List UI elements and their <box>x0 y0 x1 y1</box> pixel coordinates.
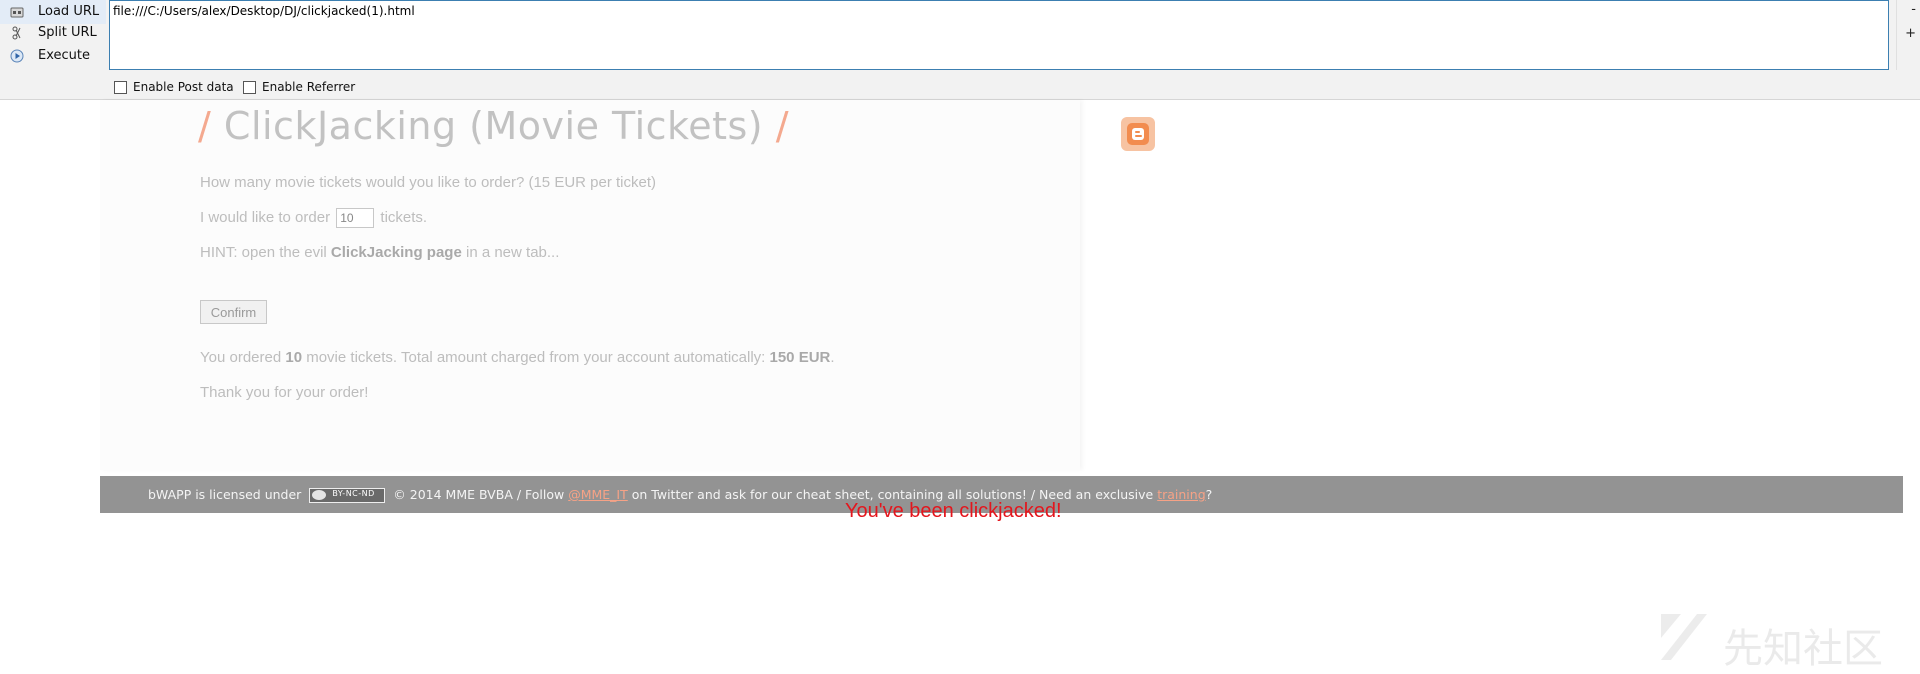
twitter-link[interactable]: @MME_IT <box>568 487 628 502</box>
watermark-logo-icon <box>1661 614 1707 660</box>
execute-icon <box>10 49 24 63</box>
enable-referrer-label: Enable Referrer <box>262 80 356 94</box>
enable-post-data-checkbox[interactable]: Enable Post data <box>114 79 234 95</box>
enable-post-data-label: Enable Post data <box>133 80 234 94</box>
content-panel <box>100 100 1080 470</box>
result-text: You ordered 10 movie tickets. Total amou… <box>200 349 835 366</box>
title-slash-right: / <box>775 104 790 148</box>
blogger-b-glyph <box>1127 123 1149 145</box>
hackbar-toolbar: Load URL Split URL Execute file:///C:/Us… <box>0 0 1920 100</box>
title-slash-left: / <box>198 104 212 148</box>
result-end: . <box>830 349 835 366</box>
result-middle: movie tickets. Total amount charged from… <box>306 349 766 366</box>
thanks-text: Thank you for your order! <box>200 384 369 401</box>
execute-button[interactable]: Execute <box>0 44 106 68</box>
load-url-icon <box>10 7 24 18</box>
split-url-icon <box>12 26 21 40</box>
watermark: 先知社区 <box>1659 612 1899 672</box>
order-line: I would like to order tickets. <box>200 208 427 228</box>
hint-suffix: in a new tab... <box>465 244 560 261</box>
result-prefix: You ordered <box>200 349 282 366</box>
watermark-text: 先知社区 <box>1723 626 1883 672</box>
footer-licensed: bWAPP is licensed under <box>148 487 302 502</box>
footer-question-mark: ? <box>1205 487 1213 502</box>
shrink-button[interactable]: - <box>1911 2 1916 17</box>
hint-bold: ClickJacking page <box>330 244 462 261</box>
split-url-button[interactable]: Split URL <box>0 21 106 45</box>
hint-prefix: HINT: open the evil <box>200 244 327 261</box>
url-textarea[interactable]: file:///C:/Users/alex/Desktop/DJ/clickja… <box>109 0 1889 70</box>
cc-license-badge[interactable]: BY-NC-ND <box>309 488 386 503</box>
referrer-checkbox-box[interactable] <box>243 80 256 94</box>
hint-text: HINT: open the evil ClickJacking page in… <box>200 244 559 261</box>
title-text: ClickJacking (Movie Tickets) <box>223 104 764 148</box>
cc-badge-label: BY-NC-ND <box>332 489 375 498</box>
confirm-button[interactable]: Confirm <box>200 300 267 324</box>
page-title: / ClickJacking (Movie Tickets) / <box>198 104 789 148</box>
order-suffix: tickets. <box>380 208 428 226</box>
blogger-icon[interactable] <box>1121 117 1155 151</box>
post-data-checkbox-box[interactable] <box>114 80 127 94</box>
expand-button[interactable]: + <box>1905 26 1916 41</box>
result-amount: 150 EUR <box>769 349 831 366</box>
execute-label: Execute <box>38 48 90 63</box>
footer-follow: © 2014 MME BVBA / Follow <box>393 487 565 502</box>
enable-referrer-checkbox[interactable]: Enable Referrer <box>243 79 355 95</box>
split-url-label: Split URL <box>38 25 97 40</box>
clickjacked-message: You've been clickjacked! <box>845 500 1062 522</box>
ticket-quantity-input[interactable] <box>336 208 375 228</box>
url-scrollbar[interactable] <box>1896 0 1897 70</box>
question-text: How many movie tickets would you like to… <box>200 174 657 191</box>
cc-icon <box>312 490 327 500</box>
training-link[interactable]: training <box>1157 487 1205 502</box>
order-prefix: I would like to order <box>200 208 331 226</box>
result-count: 10 <box>285 349 303 366</box>
